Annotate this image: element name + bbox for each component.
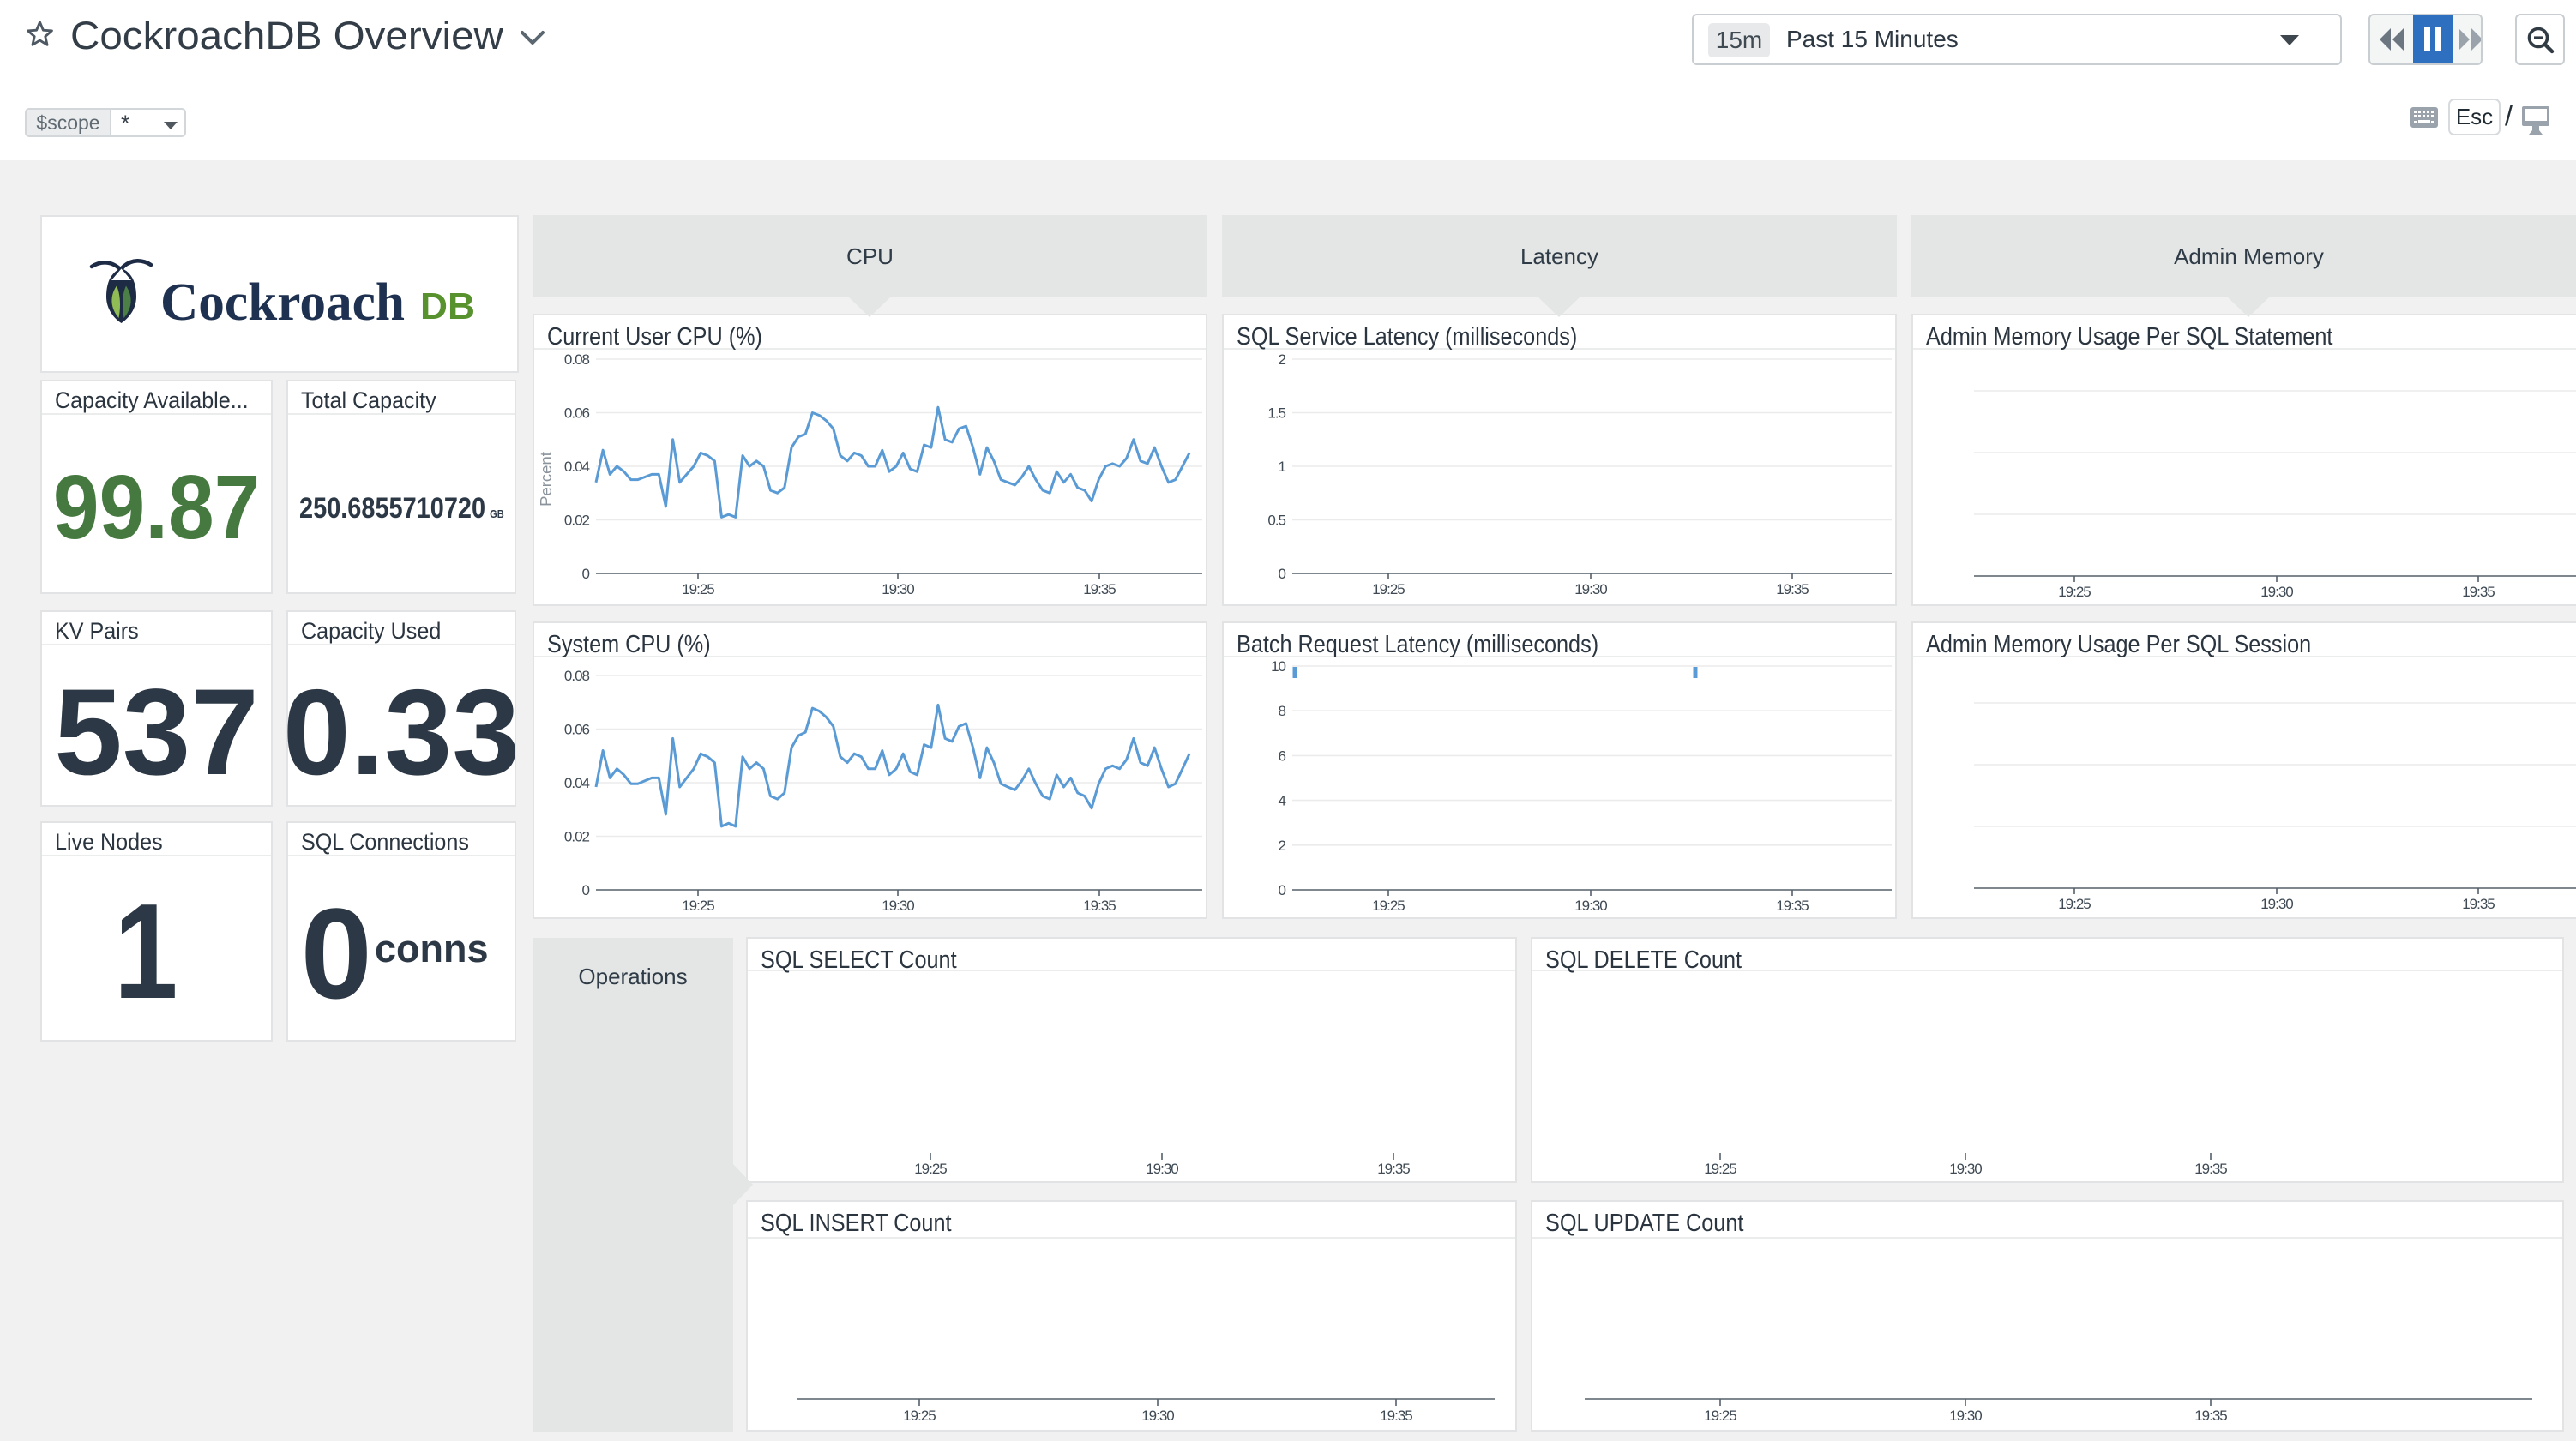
svg-text:19:25: 19:25 xyxy=(903,1408,936,1424)
svg-text:0.02: 0.02 xyxy=(564,829,590,845)
svg-text:19:35: 19:35 xyxy=(1776,898,1809,914)
svg-text:19:35: 19:35 xyxy=(1083,581,1116,597)
svg-text:19:25: 19:25 xyxy=(1372,581,1405,597)
svg-text:19:30: 19:30 xyxy=(1949,1161,1982,1177)
svg-text:19:25: 19:25 xyxy=(2058,896,2091,912)
svg-text:19:30: 19:30 xyxy=(882,581,914,597)
svg-text:0.08: 0.08 xyxy=(564,668,590,684)
svg-text:19:35: 19:35 xyxy=(2462,896,2495,912)
svg-text:19:30: 19:30 xyxy=(1574,581,1607,597)
svg-text:19:30: 19:30 xyxy=(882,898,914,914)
svg-text:0.02: 0.02 xyxy=(564,513,590,529)
svg-text:19:30: 19:30 xyxy=(1141,1408,1174,1424)
svg-text:19:35: 19:35 xyxy=(1380,1408,1412,1424)
svg-text:19:35: 19:35 xyxy=(2462,584,2495,600)
svg-text:19:35: 19:35 xyxy=(2194,1408,2227,1424)
svg-text:19:25: 19:25 xyxy=(682,581,714,597)
svg-text:19:25: 19:25 xyxy=(2058,584,2091,600)
svg-text:0.04: 0.04 xyxy=(564,459,590,475)
svg-text:8: 8 xyxy=(1279,703,1286,719)
svg-text:0: 0 xyxy=(1279,882,1286,898)
svg-text:19:30: 19:30 xyxy=(2260,896,2293,912)
svg-text:0: 0 xyxy=(582,882,590,898)
svg-text:0.08: 0.08 xyxy=(564,351,590,368)
svg-text:0: 0 xyxy=(1279,566,1286,582)
svg-text:19:30: 19:30 xyxy=(2260,584,2293,600)
svg-text:19:25: 19:25 xyxy=(914,1161,947,1177)
svg-text:Percent: Percent xyxy=(537,452,555,507)
svg-text:4: 4 xyxy=(1279,793,1286,809)
svg-text:19:35: 19:35 xyxy=(1377,1161,1410,1177)
svg-text:1.5: 1.5 xyxy=(1267,405,1285,422)
svg-text:10: 10 xyxy=(1271,658,1285,675)
svg-text:19:35: 19:35 xyxy=(1776,581,1809,597)
svg-text:Cockroach: Cockroach xyxy=(160,273,405,332)
svg-text:0.06: 0.06 xyxy=(564,722,590,738)
svg-text:0: 0 xyxy=(582,566,590,582)
svg-text:19:30: 19:30 xyxy=(1146,1161,1178,1177)
svg-text:19:30: 19:30 xyxy=(1949,1408,1982,1424)
svg-text:6: 6 xyxy=(1279,748,1286,764)
svg-text:1: 1 xyxy=(1279,459,1286,475)
svg-text:19:25: 19:25 xyxy=(1372,898,1405,914)
svg-text:19:35: 19:35 xyxy=(2194,1161,2227,1177)
svg-text:19:25: 19:25 xyxy=(1704,1408,1736,1424)
svg-text:0.04: 0.04 xyxy=(564,775,590,791)
svg-text:DB: DB xyxy=(420,285,475,327)
svg-text:0.06: 0.06 xyxy=(564,405,590,422)
svg-text:2: 2 xyxy=(1279,351,1286,368)
svg-text:19:35: 19:35 xyxy=(1083,898,1116,914)
svg-text:19:25: 19:25 xyxy=(682,898,714,914)
svg-text:2: 2 xyxy=(1279,838,1286,854)
svg-text:19:30: 19:30 xyxy=(1574,898,1607,914)
svg-text:0.5: 0.5 xyxy=(1267,513,1285,529)
svg-text:19:25: 19:25 xyxy=(1704,1161,1736,1177)
